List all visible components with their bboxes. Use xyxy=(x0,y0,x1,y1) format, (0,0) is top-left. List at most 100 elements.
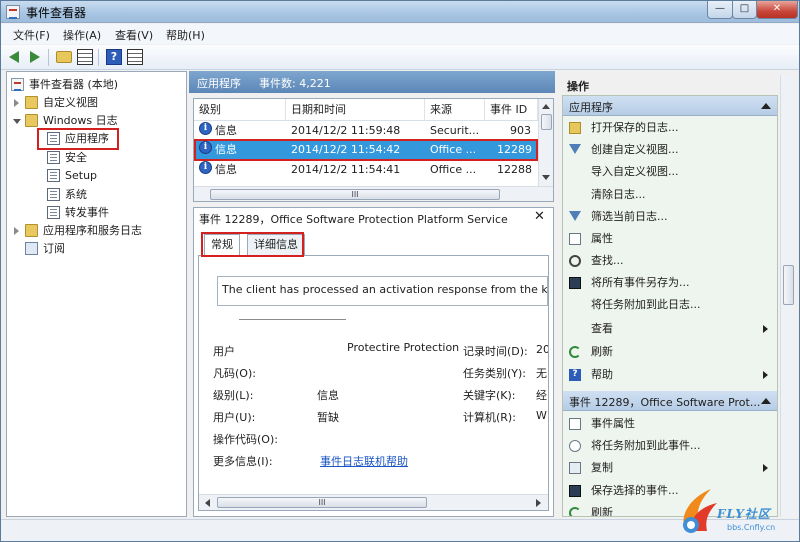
table-row[interactable]: i 信息 2014/12/2 11:59:48 Securit... 903 xyxy=(194,122,538,140)
folder-icon xyxy=(25,224,38,237)
field-label: 更多信息(I): xyxy=(213,455,273,468)
field-label: 任务类别(Y): xyxy=(463,367,527,380)
forward-arrow-icon[interactable] xyxy=(27,49,43,65)
back-arrow-icon[interactable] xyxy=(7,49,23,65)
action-attach-task-to-event[interactable]: 将任务附加到此事件... xyxy=(563,435,777,457)
action-copy[interactable]: 复制 xyxy=(563,457,777,479)
save-icon xyxy=(569,485,581,497)
menu-file[interactable]: 文件(F) xyxy=(13,27,50,43)
submenu-arrow-icon xyxy=(763,325,768,333)
header-divider xyxy=(194,120,538,121)
events-table: 级别 日期和时间 来源 事件 ID i 信息 2014/12/2 11:59:4… xyxy=(193,98,554,202)
menu-view[interactable]: 查看(V) xyxy=(115,27,153,43)
show-hide-action-pane-icon[interactable] xyxy=(127,49,143,65)
event-viewer-app-icon xyxy=(6,5,20,19)
action-attach-task-to-log[interactable]: 将任务附加到此日志... xyxy=(563,294,777,316)
column-header-event-id[interactable]: 事件 ID xyxy=(485,99,538,120)
events-vertical-scrollbar[interactable] xyxy=(538,99,553,186)
log-icon xyxy=(47,151,60,164)
action-event-properties[interactable]: 事件属性 xyxy=(563,413,777,435)
divider xyxy=(239,319,346,320)
fly-watermark-logo: FLY社区 bbs.Cnfly.cn xyxy=(677,483,797,541)
help-icon[interactable]: ? xyxy=(106,49,122,65)
detail-horizontal-scrollbar[interactable]: III xyxy=(199,494,548,510)
action-filter-current-log[interactable]: 筛选当前日志... xyxy=(563,206,777,228)
copy-icon xyxy=(569,462,581,474)
watermark-brand: FLY社区 xyxy=(717,507,771,521)
maximize-button[interactable]: □ xyxy=(732,1,757,19)
column-header-datetime[interactable]: 日期和时间 xyxy=(286,99,425,120)
expand-arrow-icon[interactable] xyxy=(14,227,19,235)
scroll-thumb[interactable]: III xyxy=(217,497,427,508)
field-label: 操作代码(O): xyxy=(213,433,278,446)
refresh-icon xyxy=(569,346,581,358)
collapse-arrow-icon[interactable] xyxy=(13,119,21,124)
properties-icon xyxy=(569,233,581,245)
table-row[interactable]: i 信息 2014/12/2 11:54:41 Office ... 12288 xyxy=(194,161,538,179)
show-hide-tree-icon[interactable] xyxy=(77,49,93,65)
actions-header: 操作 xyxy=(562,75,778,95)
collapse-caret-icon[interactable] xyxy=(761,103,771,109)
event-description[interactable]: The client has processed an activation r… xyxy=(217,276,548,306)
action-refresh[interactable]: 刷新 xyxy=(563,341,777,363)
toolbar-separator xyxy=(48,49,49,66)
field-value: 暂缺 xyxy=(317,411,339,424)
scroll-thumb[interactable]: III xyxy=(210,189,500,200)
filter-icon xyxy=(569,144,581,154)
scroll-left-icon[interactable] xyxy=(205,499,210,507)
field-value: 经 xyxy=(536,389,547,402)
close-icon[interactable]: ✕ xyxy=(534,209,545,224)
field-value: 无 xyxy=(536,367,547,380)
close-button[interactable]: ✕ xyxy=(756,1,798,19)
field-label: 记录时间(D): xyxy=(463,345,528,358)
log-icon xyxy=(47,169,60,182)
field-value: W xyxy=(536,409,547,422)
action-clear-log[interactable]: 清除日志... xyxy=(563,184,777,206)
action-create-custom-view[interactable]: 创建自定义视图... xyxy=(563,139,777,161)
field-value: 20 xyxy=(536,343,549,356)
folder-icon xyxy=(25,96,38,109)
binoculars-icon xyxy=(569,255,581,267)
column-header-source[interactable]: 来源 xyxy=(425,99,485,120)
toolbar-separator xyxy=(98,49,99,66)
folder-up-icon[interactable] xyxy=(56,51,72,63)
expand-arrow-icon[interactable] xyxy=(14,99,19,107)
actions-section-event[interactable]: 事件 12289，Office Software Prot... xyxy=(563,391,777,411)
menu-help[interactable]: 帮助(H) xyxy=(166,27,205,43)
scroll-thumb[interactable] xyxy=(541,114,552,130)
event-detail-title: 事件 12289，Office Software Protection Plat… xyxy=(199,213,508,226)
events-horizontal-scrollbar[interactable]: III xyxy=(194,186,553,201)
online-help-link[interactable]: 事件日志联机帮助 xyxy=(320,453,408,469)
scroll-right-icon[interactable] xyxy=(536,499,541,507)
action-import-custom-view[interactable]: 导入自定义视图... xyxy=(563,161,777,183)
log-title: 应用程序 xyxy=(197,77,241,90)
menu-action[interactable]: 操作(A) xyxy=(63,27,101,43)
action-view[interactable]: 查看 xyxy=(563,318,777,340)
action-help[interactable]: ? 帮助 xyxy=(563,364,777,386)
navigation-tree: 事件查看器 (本地) 自定义视图 Windows 日志 应用程序 安全 Setu… xyxy=(6,71,187,517)
action-open-saved-log[interactable]: 打开保存的日志... xyxy=(563,117,777,139)
title-bar: 事件查看器 — □ ✕ xyxy=(1,1,799,23)
window-title: 事件查看器 xyxy=(26,6,87,20)
action-find[interactable]: 查找... xyxy=(563,250,777,272)
scroll-thumb[interactable] xyxy=(783,265,794,305)
actions-vertical-scrollbar[interactable] xyxy=(780,75,794,517)
minimize-button[interactable]: — xyxy=(707,1,733,19)
watermark-url: bbs.Cnfly.cn xyxy=(727,523,776,532)
task-icon xyxy=(569,440,581,452)
field-label: 用户 xyxy=(213,345,235,358)
collapse-caret-icon[interactable] xyxy=(761,398,771,404)
actions-section-application[interactable]: 应用程序 xyxy=(563,96,777,116)
scroll-down-icon[interactable] xyxy=(542,175,550,180)
field-label: 级别(L): xyxy=(213,389,254,402)
open-folder-icon xyxy=(569,122,581,134)
column-header-level[interactable]: 级别 xyxy=(194,99,286,120)
properties-icon xyxy=(569,418,581,430)
event-count: 事件数: 4,221 xyxy=(259,77,331,90)
scroll-up-icon[interactable] xyxy=(542,104,550,109)
action-save-all-events[interactable]: 将所有事件另存为... xyxy=(563,272,777,294)
folder-icon xyxy=(25,114,38,127)
field-label: 计算机(R): xyxy=(463,411,516,424)
save-icon xyxy=(569,277,581,289)
action-properties[interactable]: 属性 xyxy=(563,228,777,250)
